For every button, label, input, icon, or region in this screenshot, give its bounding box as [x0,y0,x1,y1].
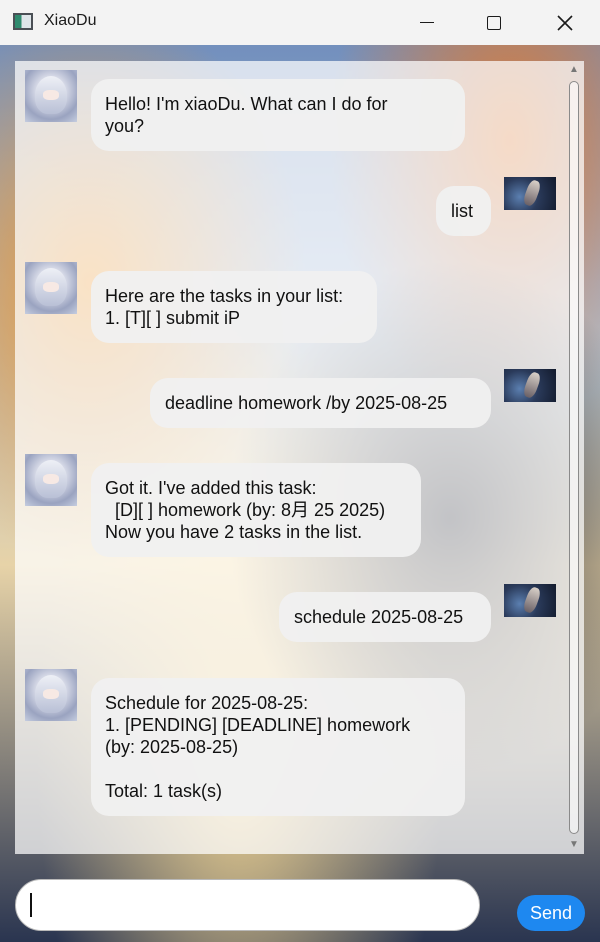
send-button[interactable]: Send [517,895,585,931]
bot-avatar [25,262,77,314]
bot-message: Got it. I've added this task: [D][ ] hom… [91,463,421,557]
bot-message: Hello! I'm xiaoDu. What can I do for you… [91,79,465,151]
bot-message: Schedule for 2025-08-25: 1. [PENDING] [D… [91,678,465,816]
title-bar: XiaoDu [0,0,600,45]
minimize-button[interactable] [404,0,450,45]
scroll-down-arrow-icon[interactable]: ▼ [568,839,580,851]
bot-avatar [25,454,77,506]
user-avatar [504,177,556,210]
message-input[interactable] [15,879,480,931]
user-avatar [504,584,556,617]
user-message: schedule 2025-08-25 [279,592,491,642]
vertical-scrollbar[interactable]: ▲ ▼ [566,61,582,854]
chat-panel[interactable]: Hello! I'm xiaoDu. What can I do for you… [15,61,584,854]
text-caret [30,893,32,917]
maximize-button[interactable] [471,0,517,45]
app-icon [13,13,33,30]
scroll-up-arrow-icon[interactable]: ▲ [568,64,580,76]
minimize-icon [420,21,434,24]
user-avatar [504,369,556,402]
close-button[interactable] [542,0,588,45]
window-title: XiaoDu [44,12,97,29]
bot-avatar [25,669,77,721]
user-message: deadline homework /by 2025-08-25 [150,378,491,428]
bot-message: Here are the tasks in your list: 1. [T][… [91,271,377,343]
bot-avatar [25,70,77,122]
maximize-icon [487,15,501,30]
user-message: list [436,186,491,236]
close-icon [557,14,573,31]
scroll-thumb[interactable] [569,81,579,834]
